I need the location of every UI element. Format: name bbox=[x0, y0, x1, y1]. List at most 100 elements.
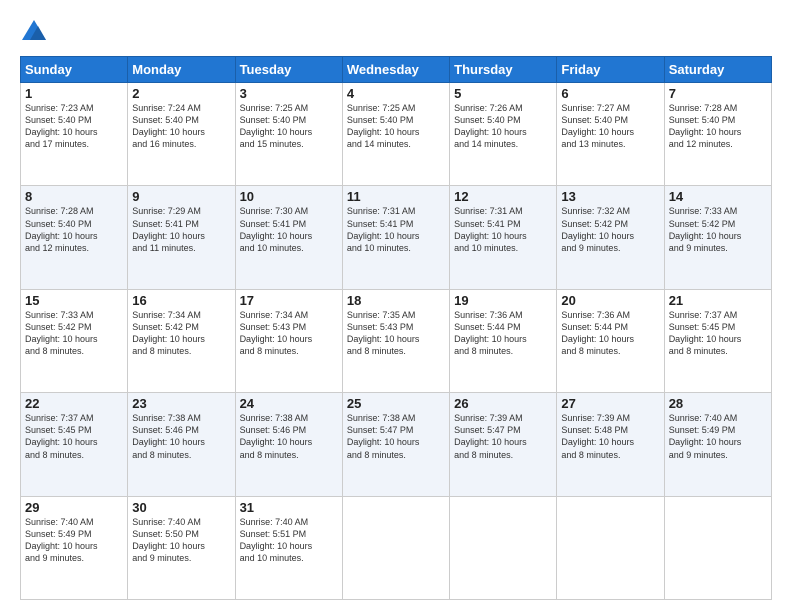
calendar-cell: 8Sunrise: 7:28 AMSunset: 5:40 PMDaylight… bbox=[21, 186, 128, 289]
calendar-cell: 14Sunrise: 7:33 AMSunset: 5:42 PMDayligh… bbox=[664, 186, 771, 289]
day-info: Sunrise: 7:40 AMSunset: 5:51 PMDaylight:… bbox=[240, 516, 338, 565]
logo bbox=[20, 18, 50, 46]
calendar-cell: 3Sunrise: 7:25 AMSunset: 5:40 PMDaylight… bbox=[235, 83, 342, 186]
calendar-week-row: 22Sunrise: 7:37 AMSunset: 5:45 PMDayligh… bbox=[21, 393, 772, 496]
day-number: 8 bbox=[25, 189, 123, 204]
calendar-cell: 13Sunrise: 7:32 AMSunset: 5:42 PMDayligh… bbox=[557, 186, 664, 289]
day-info: Sunrise: 7:28 AMSunset: 5:40 PMDaylight:… bbox=[669, 102, 767, 151]
logo-icon bbox=[20, 18, 48, 46]
page: SundayMondayTuesdayWednesdayThursdayFrid… bbox=[0, 0, 792, 612]
day-info: Sunrise: 7:39 AMSunset: 5:47 PMDaylight:… bbox=[454, 412, 552, 461]
calendar-cell: 24Sunrise: 7:38 AMSunset: 5:46 PMDayligh… bbox=[235, 393, 342, 496]
day-info: Sunrise: 7:36 AMSunset: 5:44 PMDaylight:… bbox=[561, 309, 659, 358]
calendar-header-row: SundayMondayTuesdayWednesdayThursdayFrid… bbox=[21, 57, 772, 83]
calendar-cell: 4Sunrise: 7:25 AMSunset: 5:40 PMDaylight… bbox=[342, 83, 449, 186]
day-number: 3 bbox=[240, 86, 338, 101]
day-number: 19 bbox=[454, 293, 552, 308]
header bbox=[20, 18, 772, 46]
calendar-cell: 5Sunrise: 7:26 AMSunset: 5:40 PMDaylight… bbox=[450, 83, 557, 186]
calendar-cell: 7Sunrise: 7:28 AMSunset: 5:40 PMDaylight… bbox=[664, 83, 771, 186]
day-info: Sunrise: 7:38 AMSunset: 5:47 PMDaylight:… bbox=[347, 412, 445, 461]
day-info: Sunrise: 7:37 AMSunset: 5:45 PMDaylight:… bbox=[669, 309, 767, 358]
calendar-cell: 11Sunrise: 7:31 AMSunset: 5:41 PMDayligh… bbox=[342, 186, 449, 289]
day-info: Sunrise: 7:30 AMSunset: 5:41 PMDaylight:… bbox=[240, 205, 338, 254]
day-info: Sunrise: 7:40 AMSunset: 5:49 PMDaylight:… bbox=[25, 516, 123, 565]
day-number: 1 bbox=[25, 86, 123, 101]
day-info: Sunrise: 7:37 AMSunset: 5:45 PMDaylight:… bbox=[25, 412, 123, 461]
calendar-cell: 15Sunrise: 7:33 AMSunset: 5:42 PMDayligh… bbox=[21, 289, 128, 392]
day-number: 31 bbox=[240, 500, 338, 515]
day-info: Sunrise: 7:25 AMSunset: 5:40 PMDaylight:… bbox=[240, 102, 338, 151]
day-number: 20 bbox=[561, 293, 659, 308]
calendar-cell: 28Sunrise: 7:40 AMSunset: 5:49 PMDayligh… bbox=[664, 393, 771, 496]
day-info: Sunrise: 7:32 AMSunset: 5:42 PMDaylight:… bbox=[561, 205, 659, 254]
day-number: 22 bbox=[25, 396, 123, 411]
calendar-week-row: 15Sunrise: 7:33 AMSunset: 5:42 PMDayligh… bbox=[21, 289, 772, 392]
calendar-cell: 10Sunrise: 7:30 AMSunset: 5:41 PMDayligh… bbox=[235, 186, 342, 289]
calendar-cell: 2Sunrise: 7:24 AMSunset: 5:40 PMDaylight… bbox=[128, 83, 235, 186]
calendar-table: SundayMondayTuesdayWednesdayThursdayFrid… bbox=[20, 56, 772, 600]
day-number: 14 bbox=[669, 189, 767, 204]
calendar-cell: 30Sunrise: 7:40 AMSunset: 5:50 PMDayligh… bbox=[128, 496, 235, 599]
calendar-cell: 1Sunrise: 7:23 AMSunset: 5:40 PMDaylight… bbox=[21, 83, 128, 186]
day-info: Sunrise: 7:35 AMSunset: 5:43 PMDaylight:… bbox=[347, 309, 445, 358]
day-number: 17 bbox=[240, 293, 338, 308]
day-number: 10 bbox=[240, 189, 338, 204]
day-info: Sunrise: 7:34 AMSunset: 5:42 PMDaylight:… bbox=[132, 309, 230, 358]
calendar-cell: 25Sunrise: 7:38 AMSunset: 5:47 PMDayligh… bbox=[342, 393, 449, 496]
day-number: 18 bbox=[347, 293, 445, 308]
day-info: Sunrise: 7:25 AMSunset: 5:40 PMDaylight:… bbox=[347, 102, 445, 151]
day-info: Sunrise: 7:33 AMSunset: 5:42 PMDaylight:… bbox=[669, 205, 767, 254]
header-sunday: Sunday bbox=[21, 57, 128, 83]
day-info: Sunrise: 7:31 AMSunset: 5:41 PMDaylight:… bbox=[454, 205, 552, 254]
calendar-cell: 21Sunrise: 7:37 AMSunset: 5:45 PMDayligh… bbox=[664, 289, 771, 392]
calendar-cell bbox=[664, 496, 771, 599]
calendar-cell bbox=[342, 496, 449, 599]
calendar-cell: 23Sunrise: 7:38 AMSunset: 5:46 PMDayligh… bbox=[128, 393, 235, 496]
day-number: 13 bbox=[561, 189, 659, 204]
day-number: 27 bbox=[561, 396, 659, 411]
calendar-week-row: 29Sunrise: 7:40 AMSunset: 5:49 PMDayligh… bbox=[21, 496, 772, 599]
day-number: 25 bbox=[347, 396, 445, 411]
calendar-cell: 27Sunrise: 7:39 AMSunset: 5:48 PMDayligh… bbox=[557, 393, 664, 496]
header-wednesday: Wednesday bbox=[342, 57, 449, 83]
calendar-cell: 18Sunrise: 7:35 AMSunset: 5:43 PMDayligh… bbox=[342, 289, 449, 392]
header-friday: Friday bbox=[557, 57, 664, 83]
calendar-cell: 19Sunrise: 7:36 AMSunset: 5:44 PMDayligh… bbox=[450, 289, 557, 392]
day-number: 12 bbox=[454, 189, 552, 204]
day-info: Sunrise: 7:39 AMSunset: 5:48 PMDaylight:… bbox=[561, 412, 659, 461]
calendar-cell: 6Sunrise: 7:27 AMSunset: 5:40 PMDaylight… bbox=[557, 83, 664, 186]
calendar-cell bbox=[557, 496, 664, 599]
day-number: 15 bbox=[25, 293, 123, 308]
day-number: 29 bbox=[25, 500, 123, 515]
calendar-cell: 9Sunrise: 7:29 AMSunset: 5:41 PMDaylight… bbox=[128, 186, 235, 289]
calendar-cell: 22Sunrise: 7:37 AMSunset: 5:45 PMDayligh… bbox=[21, 393, 128, 496]
day-number: 21 bbox=[669, 293, 767, 308]
day-info: Sunrise: 7:33 AMSunset: 5:42 PMDaylight:… bbox=[25, 309, 123, 358]
calendar-cell: 16Sunrise: 7:34 AMSunset: 5:42 PMDayligh… bbox=[128, 289, 235, 392]
day-number: 16 bbox=[132, 293, 230, 308]
calendar-cell: 29Sunrise: 7:40 AMSunset: 5:49 PMDayligh… bbox=[21, 496, 128, 599]
day-number: 28 bbox=[669, 396, 767, 411]
day-info: Sunrise: 7:31 AMSunset: 5:41 PMDaylight:… bbox=[347, 205, 445, 254]
day-number: 23 bbox=[132, 396, 230, 411]
header-saturday: Saturday bbox=[664, 57, 771, 83]
day-info: Sunrise: 7:38 AMSunset: 5:46 PMDaylight:… bbox=[132, 412, 230, 461]
day-info: Sunrise: 7:36 AMSunset: 5:44 PMDaylight:… bbox=[454, 309, 552, 358]
header-tuesday: Tuesday bbox=[235, 57, 342, 83]
day-info: Sunrise: 7:28 AMSunset: 5:40 PMDaylight:… bbox=[25, 205, 123, 254]
day-info: Sunrise: 7:23 AMSunset: 5:40 PMDaylight:… bbox=[25, 102, 123, 151]
day-number: 24 bbox=[240, 396, 338, 411]
calendar-cell: 20Sunrise: 7:36 AMSunset: 5:44 PMDayligh… bbox=[557, 289, 664, 392]
day-number: 2 bbox=[132, 86, 230, 101]
calendar-week-row: 8Sunrise: 7:28 AMSunset: 5:40 PMDaylight… bbox=[21, 186, 772, 289]
day-info: Sunrise: 7:27 AMSunset: 5:40 PMDaylight:… bbox=[561, 102, 659, 151]
header-thursday: Thursday bbox=[450, 57, 557, 83]
day-info: Sunrise: 7:29 AMSunset: 5:41 PMDaylight:… bbox=[132, 205, 230, 254]
day-info: Sunrise: 7:40 AMSunset: 5:49 PMDaylight:… bbox=[669, 412, 767, 461]
day-number: 5 bbox=[454, 86, 552, 101]
calendar-cell: 17Sunrise: 7:34 AMSunset: 5:43 PMDayligh… bbox=[235, 289, 342, 392]
calendar-week-row: 1Sunrise: 7:23 AMSunset: 5:40 PMDaylight… bbox=[21, 83, 772, 186]
header-monday: Monday bbox=[128, 57, 235, 83]
day-info: Sunrise: 7:40 AMSunset: 5:50 PMDaylight:… bbox=[132, 516, 230, 565]
